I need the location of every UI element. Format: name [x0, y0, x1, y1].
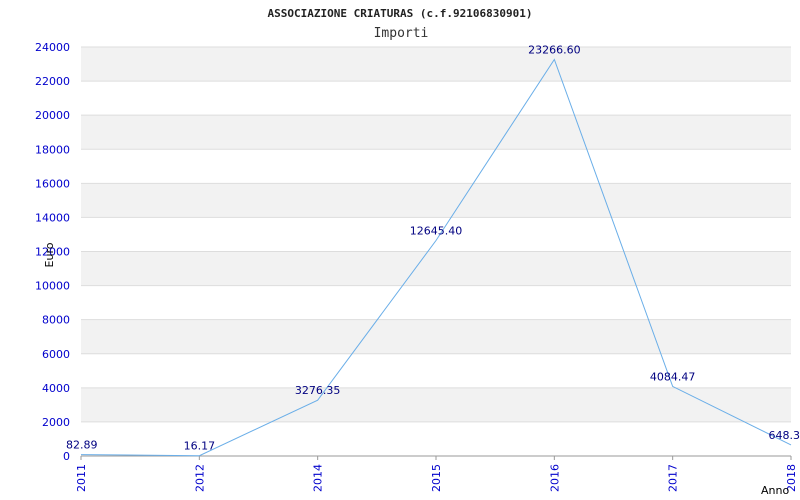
y-tick-label: 14000	[35, 211, 70, 224]
y-tick-label: 22000	[35, 75, 70, 88]
y-tick-label: 8000	[42, 314, 70, 327]
y-tick-label: 20000	[35, 109, 70, 122]
x-tick-labels: 2011 2012 2014 2015 2016 2017 2018	[75, 456, 798, 492]
data-label: 3276.35	[295, 384, 341, 397]
line-chart: 0200040006000800010000120001400016000180…	[35, 7, 800, 497]
x-tick-label: 2017	[667, 464, 680, 492]
y-tick-label: 24000	[35, 41, 70, 54]
chart-title: ASSOCIAZIONE CRIATURAS (c.f.92106830901)	[268, 7, 533, 20]
grid-band	[81, 251, 791, 286]
y-tick-label: 4000	[42, 382, 70, 395]
data-label: 4084.47	[650, 370, 696, 383]
x-tick-label: 2012	[193, 464, 206, 492]
data-label: 23266.60	[528, 43, 581, 56]
y-tick-label: 18000	[35, 143, 70, 156]
y-tick-label: 10000	[35, 280, 70, 293]
y-axis-label: Euro	[43, 242, 56, 267]
grid-band	[81, 319, 791, 354]
y-tick-label: 2000	[42, 416, 70, 429]
x-tick-label: 2016	[548, 464, 561, 492]
x-tick-label: 2011	[75, 464, 88, 492]
data-label: 648.3	[769, 429, 800, 442]
x-tick-label: 2015	[430, 464, 443, 492]
grid-band	[81, 47, 791, 82]
grid-band	[81, 183, 791, 218]
y-tick-label: 16000	[35, 177, 70, 190]
y-tick-label: 0	[63, 450, 70, 463]
grid-band	[81, 115, 791, 150]
x-tick-label: 2014	[312, 464, 325, 492]
grid-band	[81, 387, 791, 422]
data-label: 82.89	[66, 439, 98, 452]
y-tick-label: 6000	[42, 348, 70, 361]
chart-subtitle: Importi	[374, 26, 429, 41]
x-axis-label: Anno	[761, 484, 789, 497]
data-label: 12645.40	[410, 225, 463, 238]
data-label: 16.17	[184, 440, 216, 453]
